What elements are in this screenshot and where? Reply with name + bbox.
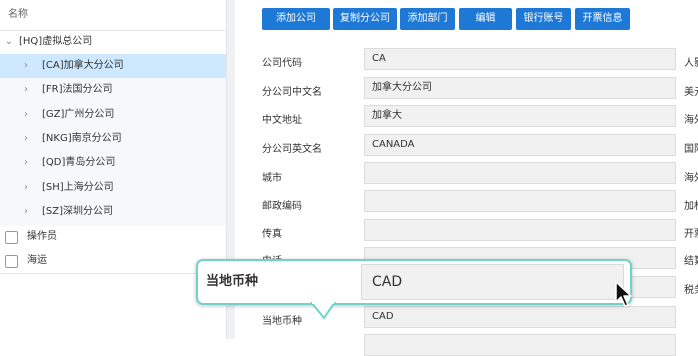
company-code-field[interactable]: CA bbox=[364, 48, 676, 70]
tree-item-shipping[interactable]: 海运 bbox=[0, 249, 226, 273]
copy-branch-button[interactable]: 复制分公司 bbox=[333, 8, 397, 30]
tree-item-label: [HQ]虚拟总公司 bbox=[19, 36, 93, 47]
right-field-label: 税务 bbox=[684, 285, 698, 296]
chevron-right-icon[interactable]: › bbox=[21, 151, 31, 175]
postal-code-field[interactable] bbox=[364, 190, 676, 212]
tree-item-label: [CA]加拿大分公司 bbox=[42, 60, 124, 71]
fax-field[interactable] bbox=[364, 219, 676, 241]
checkbox[interactable] bbox=[5, 231, 18, 244]
local-currency-field[interactable]: CAD bbox=[364, 306, 676, 328]
add-department-button[interactable]: 添加部门 bbox=[400, 8, 455, 30]
chevron-right-icon[interactable]: › bbox=[21, 54, 31, 78]
tree-item-label: 操作员 bbox=[27, 231, 57, 242]
mouse-pointer-icon bbox=[615, 281, 632, 307]
tree-item-label: [GZ]广州分公司 bbox=[42, 109, 115, 120]
callout-currency-field: CAD bbox=[361, 264, 624, 300]
tree-item-label: [SZ]深圳分公司 bbox=[42, 206, 114, 217]
edit-button[interactable]: 编辑 bbox=[459, 8, 512, 30]
postal-code-label: 邮政编码 bbox=[262, 201, 302, 212]
tree-item-nkg[interactable]: › [NKG]南京分公司 bbox=[0, 127, 226, 151]
tree-item-operator[interactable]: 操作员 bbox=[0, 225, 226, 249]
tree-item-qd[interactable]: › [QD]青岛分公司 bbox=[0, 151, 226, 175]
cn-address-label: 中文地址 bbox=[262, 115, 302, 126]
tree-divider bbox=[0, 273, 226, 274]
right-field-label: 开票 bbox=[684, 229, 698, 240]
tree-item-fr[interactable]: › [FR]法国分公司 bbox=[0, 78, 226, 102]
tree-item-label: [FR]法国分公司 bbox=[42, 84, 113, 95]
cn-address-field[interactable]: 加拿大 bbox=[364, 105, 676, 127]
invoice-info-button[interactable]: 开票信息 bbox=[575, 8, 630, 30]
tree-header: 名称 bbox=[0, 0, 226, 31]
local-currency-label: 当地币种 bbox=[262, 316, 302, 327]
right-field-label: 结算 bbox=[684, 256, 698, 267]
zoom-callout: 当地币种 CAD bbox=[196, 259, 632, 305]
branch-cn-name-label: 分公司中文名 bbox=[262, 87, 322, 98]
right-field-label: 美元 bbox=[684, 87, 698, 98]
company-code-label: 公司代码 bbox=[262, 58, 302, 69]
callout-tail-icon bbox=[310, 302, 336, 320]
chevron-right-icon[interactable]: › bbox=[21, 176, 31, 200]
tree-item-gz[interactable]: › [GZ]广州分公司 bbox=[0, 103, 226, 127]
city-field[interactable] bbox=[364, 162, 676, 184]
branch-cn-name-field[interactable]: 加拿大分公司 bbox=[364, 77, 676, 99]
tree-item-hq[interactable]: ⌄ [HQ]虚拟总公司 bbox=[0, 30, 226, 54]
branch-en-name-label: 分公司英文名 bbox=[262, 144, 322, 155]
tree-item-label: [NKG]南京分公司 bbox=[42, 133, 122, 144]
lower-field[interactable] bbox=[364, 334, 676, 356]
right-field-label: 加权 bbox=[684, 201, 698, 212]
tree-item-label: [QD]青岛分公司 bbox=[42, 157, 116, 168]
chevron-right-icon[interactable]: › bbox=[21, 200, 31, 224]
tree-item-sh[interactable]: › [SH]上海分公司 bbox=[0, 176, 226, 200]
right-field-label: 海外 bbox=[684, 115, 698, 126]
add-company-button[interactable]: 添加公司 bbox=[262, 8, 330, 30]
right-field-label: 国际 bbox=[684, 144, 698, 155]
company-tree: 名称 ⌄ [HQ]虚拟总公司 › [CA]加拿大分公司 › [FR]法国分公司 … bbox=[0, 0, 226, 339]
tree-item-sz[interactable]: › [SZ]深圳分公司 bbox=[0, 200, 226, 224]
right-field-label: 人影 bbox=[684, 58, 698, 69]
bank-account-button[interactable]: 银行账号 bbox=[516, 8, 571, 30]
tree-header-label: 名称 bbox=[8, 9, 28, 20]
fax-label: 传真 bbox=[262, 229, 282, 240]
tree-item-label: [SH]上海分公司 bbox=[42, 182, 114, 193]
chevron-right-icon[interactable]: › bbox=[21, 78, 31, 102]
branch-en-name-field[interactable]: CANADA bbox=[364, 134, 676, 156]
city-label: 城市 bbox=[262, 173, 282, 184]
right-field-label: 海外 bbox=[684, 173, 698, 184]
checkbox[interactable] bbox=[5, 255, 18, 268]
chevron-down-icon[interactable]: ⌄ bbox=[4, 30, 14, 54]
tree-item-label: 海运 bbox=[27, 255, 47, 266]
chevron-right-icon[interactable]: › bbox=[21, 103, 31, 127]
tree-item-ca[interactable]: › [CA]加拿大分公司 bbox=[0, 54, 226, 78]
chevron-right-icon[interactable]: › bbox=[21, 127, 31, 151]
callout-label: 当地币种 bbox=[206, 274, 259, 289]
